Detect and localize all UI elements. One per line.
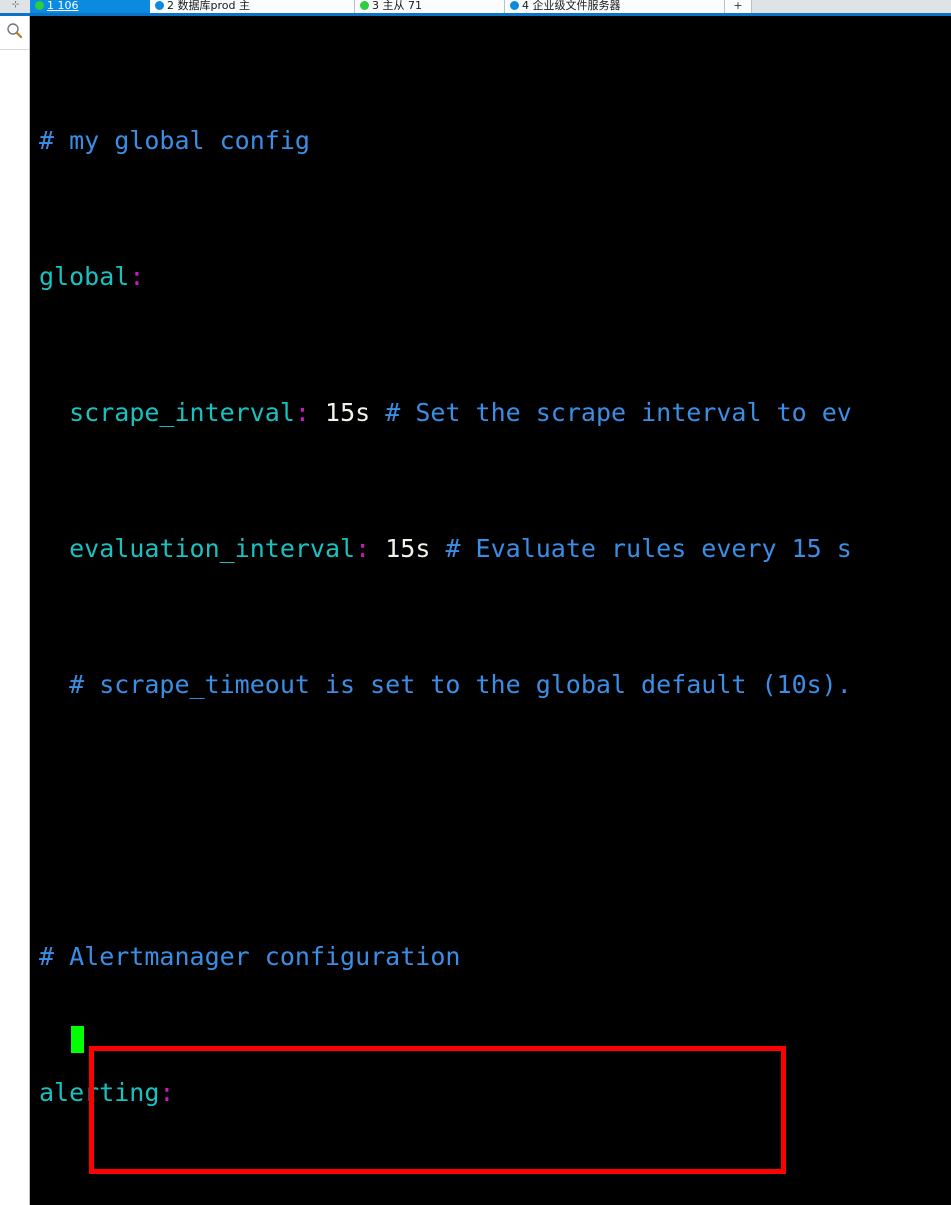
left-sidebar-rail	[0, 16, 30, 1205]
yaml-key: evaluation_interval	[69, 534, 356, 563]
tab-1[interactable]: 1 106	[30, 0, 150, 13]
tab-status-dot	[35, 0, 44, 10]
code-line: # Alertmanager configuration	[39, 940, 951, 974]
terminal-vim-editor[interactable]: # my global config global: scrape_interv…	[31, 16, 951, 1205]
colon: :	[294, 398, 310, 427]
tab-3[interactable]: 3 主从 71	[355, 0, 505, 13]
tab-status-dot	[155, 0, 164, 10]
new-tab-button[interactable]: +	[725, 0, 752, 13]
tab-status-dot	[510, 0, 519, 10]
comment-text: # Set the scrape interval to ev	[385, 398, 852, 427]
window-tab-strip: ⊹ 1 106 2 数据库prod 主 3 主从 71 4 企业级文件服务器 +	[0, 0, 951, 16]
colon: :	[355, 534, 371, 563]
comment-text: # Alertmanager configuration	[39, 942, 461, 971]
search-icon	[6, 22, 23, 43]
tab-label: 3 主从 71	[372, 0, 422, 12]
code-line: global:	[39, 260, 951, 294]
tab-2[interactable]: 2 数据库prod 主	[150, 0, 355, 13]
tab-4[interactable]: 4 企业级文件服务器	[505, 0, 725, 13]
code-line: # my global config	[39, 124, 951, 158]
tab-label: 2 数据库prod 主	[167, 0, 250, 12]
tab-label: 1 106	[47, 0, 79, 12]
tab-status-dot	[360, 0, 369, 10]
sidebar-item-search[interactable]	[0, 16, 29, 50]
tab-label: 4 企业级文件服务器	[522, 0, 621, 12]
yaml-value: 15s	[325, 398, 371, 427]
code-line: alerting:	[39, 1076, 951, 1110]
colon: :	[129, 262, 145, 291]
window-controls[interactable]: ⊹	[0, 0, 30, 13]
tab-strip-filler	[752, 0, 951, 13]
yaml-config-content: # my global config global: scrape_interv…	[39, 22, 951, 1205]
comment-text: # scrape_timeout is set to the global de…	[69, 670, 852, 699]
code-line: evaluation_interval: 15s # Evaluate rule…	[39, 532, 951, 566]
colon: :	[159, 1078, 175, 1107]
yaml-key: global	[39, 262, 130, 291]
yaml-key: alerting	[39, 1078, 160, 1107]
comment-text: # Evaluate rules every 15 s	[445, 534, 852, 563]
code-line: # scrape_timeout is set to the global de…	[39, 668, 951, 702]
code-line: scrape_interval: 15s # Set the scrape in…	[39, 396, 951, 430]
yaml-key: scrape_interval	[69, 398, 295, 427]
terminal-cursor	[71, 1026, 84, 1053]
yaml-value: 15s	[385, 534, 431, 563]
comment-text: # my global config	[39, 126, 310, 155]
